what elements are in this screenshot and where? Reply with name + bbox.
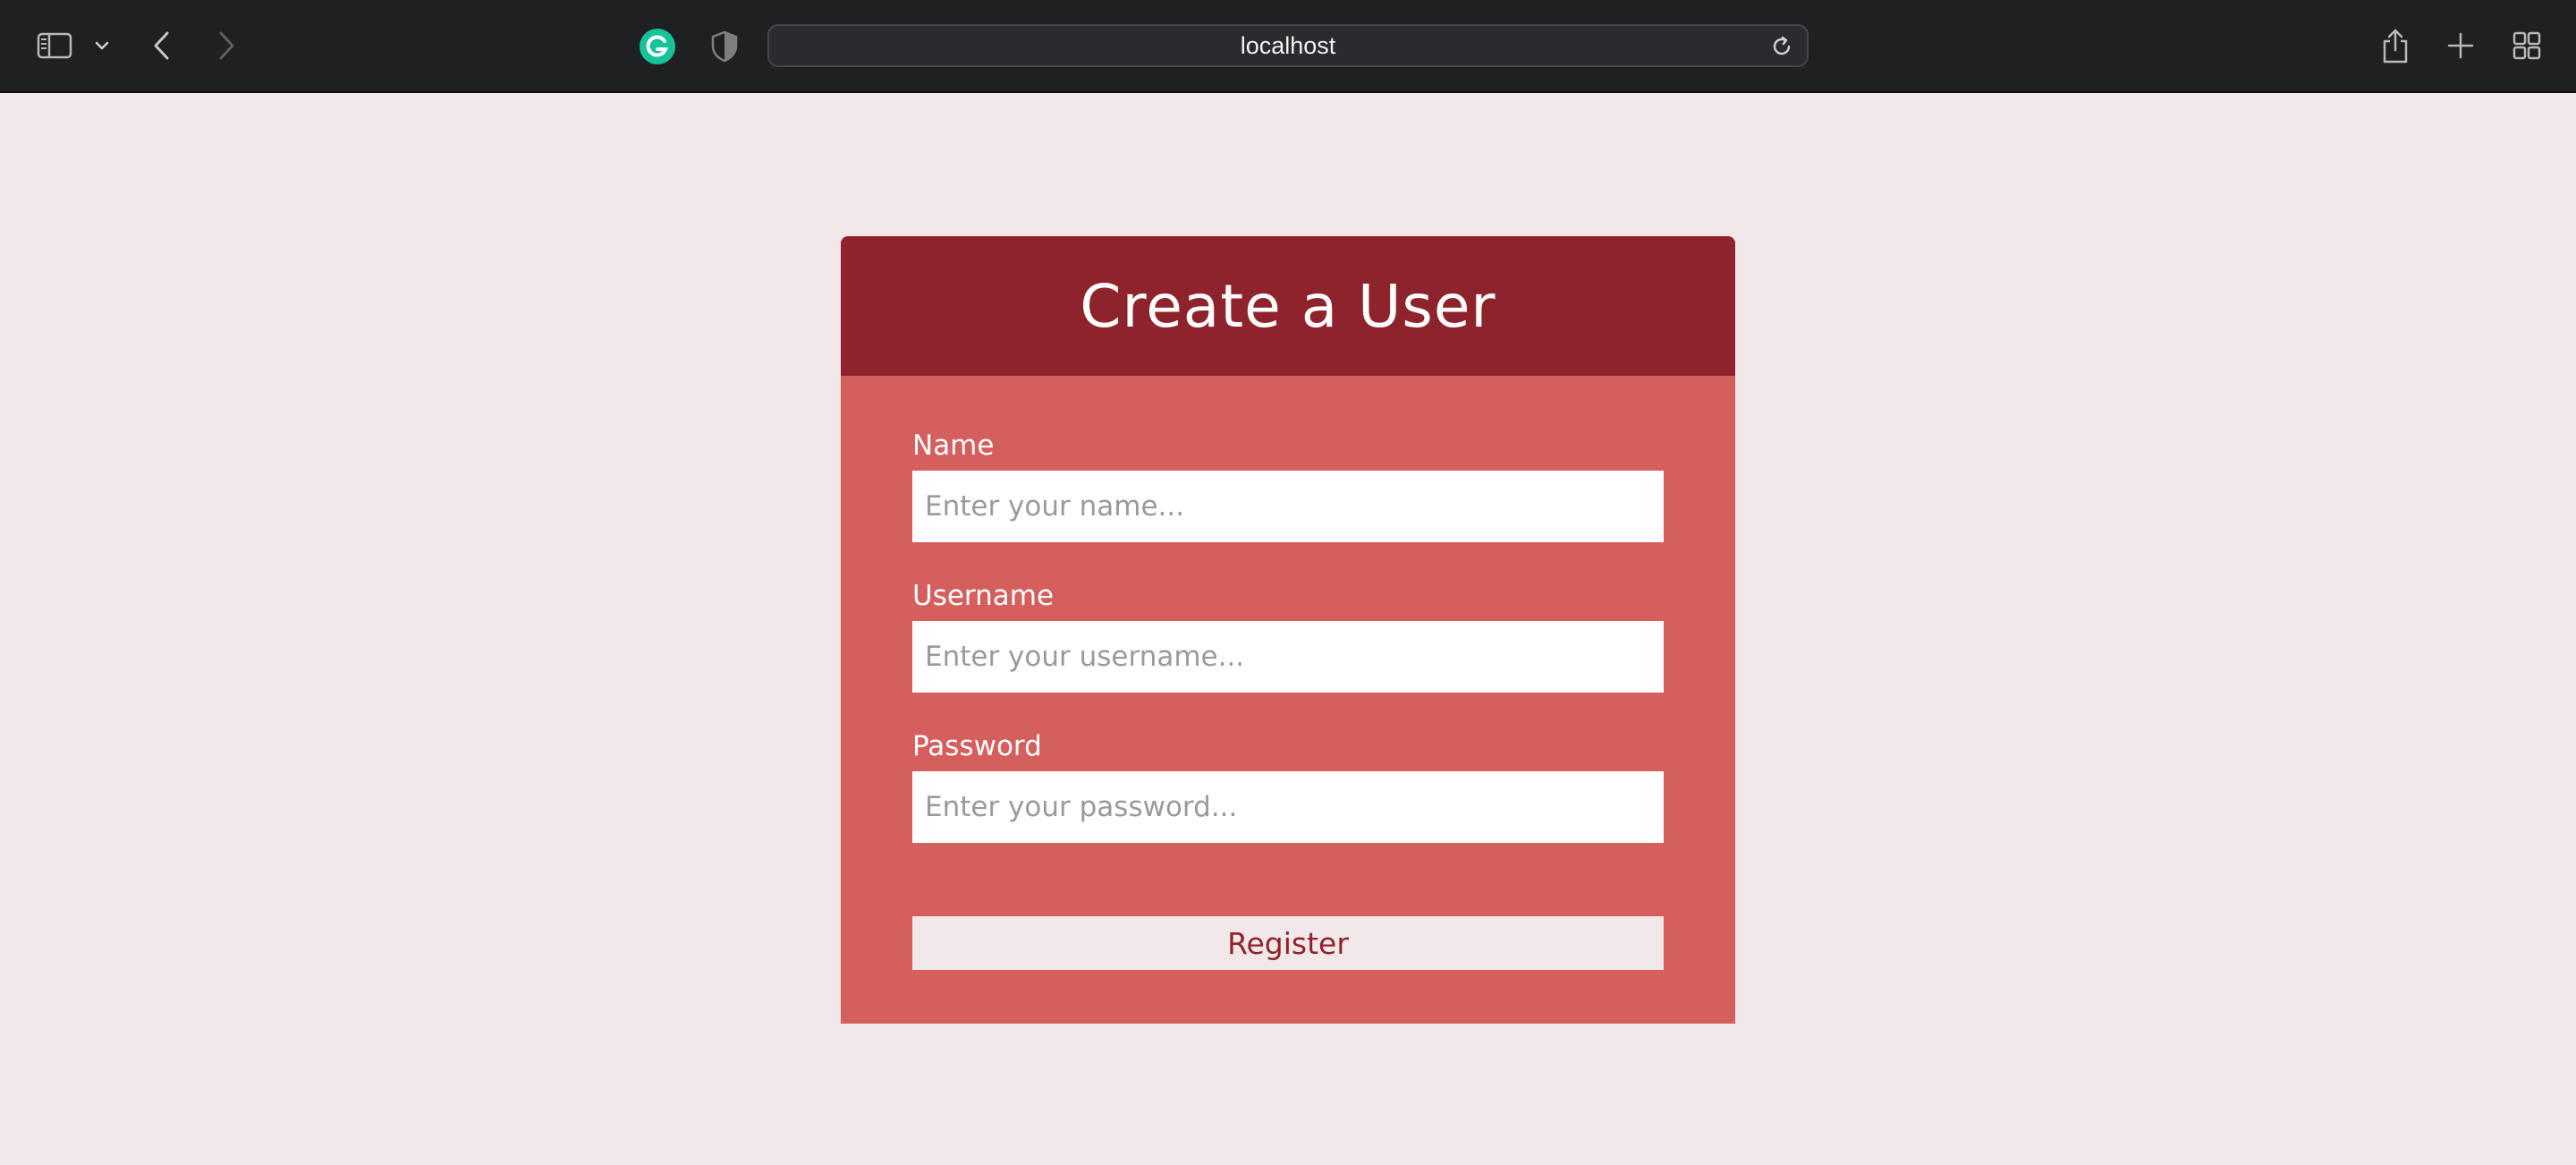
grid-icon[interactable] — [2510, 29, 2544, 63]
address-bar[interactable]: localhost — [767, 24, 1809, 67]
create-user-form: Create a User Name Username Password Reg… — [841, 236, 1735, 1024]
name-label: Name — [912, 429, 995, 462]
username-label: Username — [912, 580, 1055, 612]
chevron-left-icon[interactable] — [147, 27, 177, 64]
sidebar-icon[interactable] — [34, 27, 75, 64]
name-input[interactable] — [912, 471, 1664, 542]
password-input[interactable] — [912, 771, 1664, 843]
browser-toolbar: localhost — [0, 0, 2576, 93]
form-body: Name Username Password Register — [841, 376, 1735, 1024]
chevron-right-icon[interactable] — [211, 27, 242, 64]
form-header: Create a User — [841, 236, 1735, 376]
form-title: Create a User — [1080, 271, 1496, 341]
password-label: Password — [912, 730, 1042, 762]
share-icon[interactable] — [2379, 25, 2411, 66]
shield-icon[interactable] — [708, 29, 741, 64]
chevron-down-icon[interactable] — [91, 32, 113, 59]
register-button[interactable]: Register — [912, 916, 1664, 970]
grammarly-icon[interactable] — [639, 28, 676, 65]
username-input[interactable] — [912, 621, 1664, 693]
reload-icon[interactable] — [1769, 34, 1794, 59]
plus-icon[interactable] — [2445, 29, 2477, 63]
address-text: localhost — [1240, 31, 1336, 59]
